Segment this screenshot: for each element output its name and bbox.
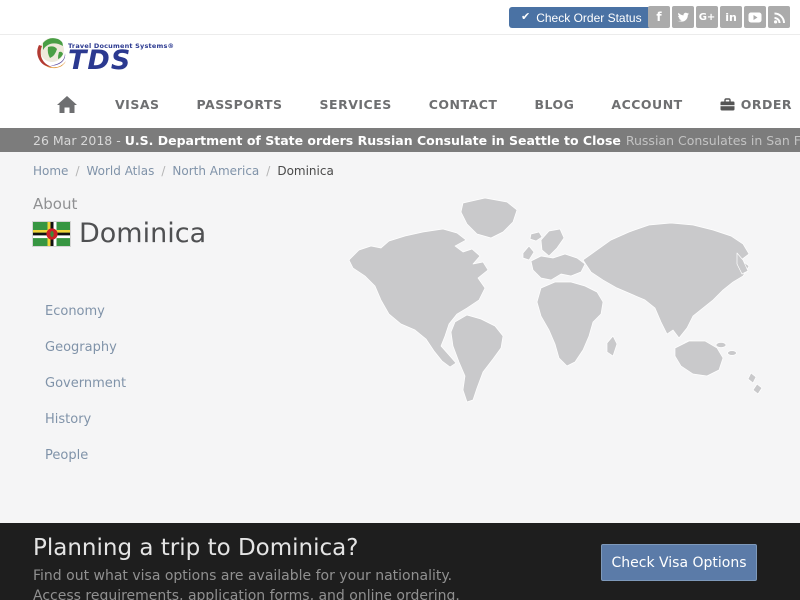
breadcrumb-separator: / [161, 164, 165, 178]
sidebar-item-history[interactable]: History [45, 412, 126, 427]
facebook-icon[interactable]: f [648, 6, 670, 28]
nav-item-order[interactable]: ORDER [720, 97, 792, 112]
top-utility-bar: ✔ Check Order Status f G+ in [0, 0, 800, 35]
rss-icon[interactable] [768, 6, 790, 28]
logo-text: Travel Document Systems® TDS [68, 42, 174, 72]
cta-line-2: Access requirements, application forms, … [33, 588, 460, 600]
nav-item-contact[interactable]: CONTACT [429, 97, 498, 112]
breadcrumb-separator: / [266, 164, 270, 178]
breadcrumb: Home / World Atlas / North America / Dom… [33, 164, 334, 178]
check-icon: ✔ [521, 12, 530, 23]
cta-title: Planning a trip to Dominica? [33, 535, 358, 561]
check-order-status-label: Check Order Status [536, 11, 641, 25]
check-visa-options-button[interactable]: Check Visa Options [601, 544, 757, 581]
sidebar-item-government[interactable]: Government [45, 376, 126, 391]
ticker-headline-link[interactable]: U.S. Department of State orders Russian … [125, 133, 621, 148]
country-header: Dominica [33, 218, 206, 249]
nav-item-account[interactable]: ACCOUNT [611, 97, 682, 112]
logo-brand: TDS [68, 50, 174, 72]
social-icons-row: f G+ in [648, 6, 790, 28]
twitter-icon[interactable] [672, 6, 694, 28]
sidebar-item-economy[interactable]: Economy [45, 304, 126, 319]
world-map [345, 196, 795, 414]
dominica-flag-icon [33, 222, 70, 246]
breadcrumb-current: Dominica [277, 164, 334, 178]
linkedin-icon[interactable]: in [720, 6, 742, 28]
logo-row: Travel Document Systems® TDS [0, 35, 800, 81]
breadcrumb-world-atlas[interactable]: World Atlas [86, 164, 154, 178]
tds-dominica-page: ✔ Check Order Status f G+ in [0, 0, 800, 600]
nav-item-order-label: ORDER [741, 97, 792, 112]
nav-item-services[interactable]: SERVICES [320, 97, 392, 112]
nav-item-visas[interactable]: VISAS [115, 97, 160, 112]
about-label: About [33, 195, 77, 213]
nav-item-home[interactable] [56, 95, 78, 114]
check-order-status-button[interactable]: ✔ Check Order Status [509, 7, 654, 28]
youtube-icon[interactable] [744, 6, 766, 28]
breadcrumb-separator: / [75, 164, 79, 178]
page-title: Dominica [79, 218, 206, 249]
nav-item-passports[interactable]: PASSPORTS [197, 97, 283, 112]
tds-logo[interactable]: Travel Document Systems® TDS [30, 31, 174, 75]
sidebar-item-geography[interactable]: Geography [45, 340, 126, 355]
ticker-teaser: Russian Consulates in San Francisco and … [626, 133, 800, 148]
cta-line-1: Find out what visa options are available… [33, 568, 452, 584]
breadcrumb-home[interactable]: Home [33, 164, 68, 178]
country-section-links: Economy Geography Government History Peo… [45, 304, 126, 463]
google-plus-icon[interactable]: G+ [696, 6, 718, 28]
news-ticker: 26 Mar 2018 - U.S. Department of State o… [0, 128, 800, 152]
breadcrumb-north-america[interactable]: North America [172, 164, 259, 178]
main-content: Home / World Atlas / North America / Dom… [0, 152, 800, 523]
briefcase-icon [720, 98, 735, 111]
cta-footer: Planning a trip to Dominica? Find out wh… [0, 523, 800, 600]
ticker-date: 26 Mar 2018 - [33, 133, 121, 148]
home-icon [56, 95, 78, 114]
nav-item-blog[interactable]: BLOG [534, 97, 574, 112]
sidebar-item-people[interactable]: People [45, 448, 126, 463]
main-nav: VISAS PASSPORTS SERVICES CONTACT BLOG AC… [0, 81, 800, 128]
